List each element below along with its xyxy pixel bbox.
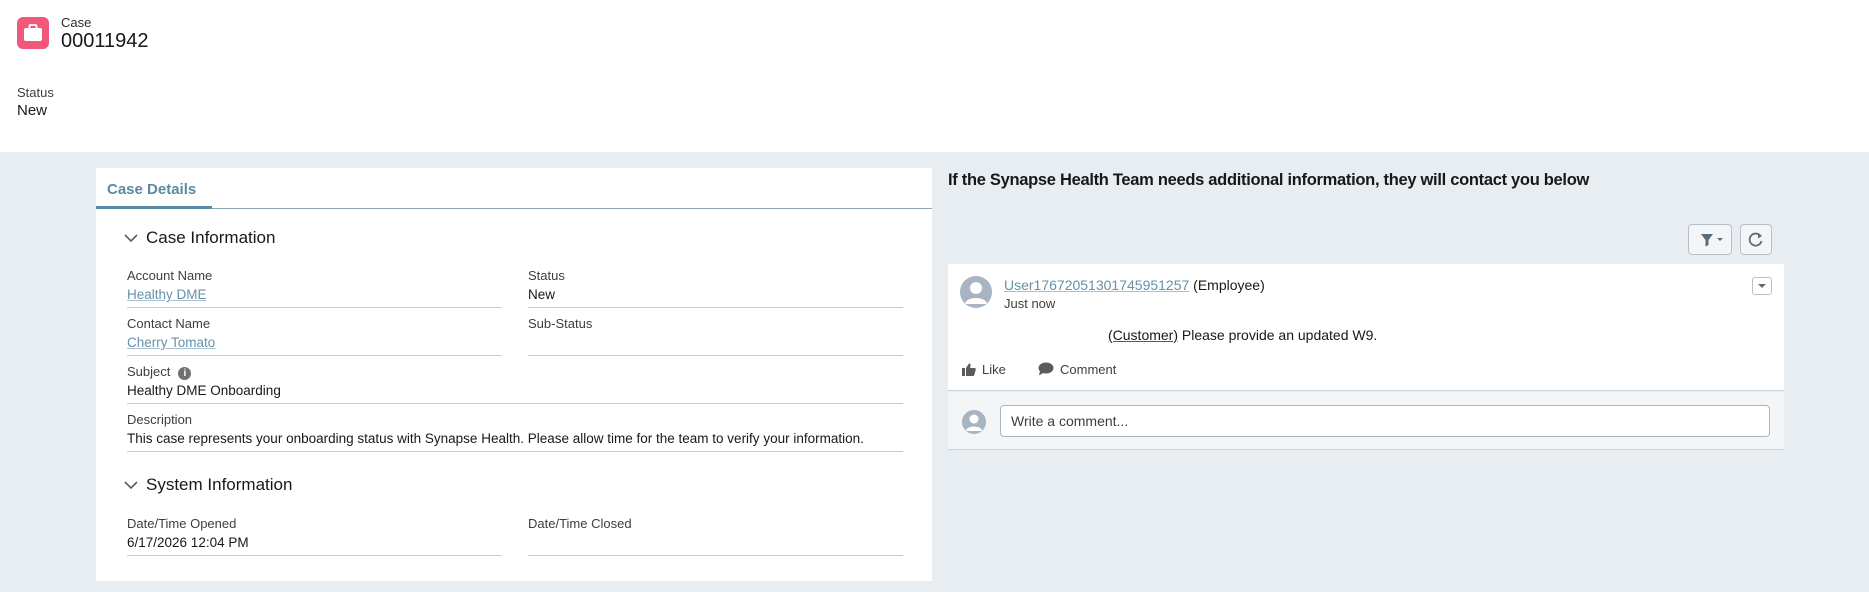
feed-post: User17672051301745951257 (Employee) Just…: [948, 264, 1784, 391]
mention-link[interactable]: (Customer): [1108, 327, 1178, 343]
user-avatar-icon: [965, 414, 983, 431]
filter-button[interactable]: [1688, 224, 1732, 255]
post-timestamp[interactable]: Just now: [1004, 296, 1055, 311]
record-header: Case 00011942 Status New: [0, 0, 1869, 152]
field-label: Sub-Status: [528, 316, 593, 331]
field-label: Date/Time Opened: [127, 516, 237, 531]
field-account-name: Account Name Healthy DME: [127, 266, 502, 308]
field-subject: Subject i Healthy DME Onboarding: [127, 362, 903, 404]
comment-input[interactable]: Write a comment...: [1000, 405, 1770, 437]
field-label: Subject i: [127, 364, 192, 380]
field-value: Healthy DME Onboarding: [127, 383, 281, 398]
tab-bar: Case Details: [96, 168, 932, 209]
field-description: Description This case represents your on…: [127, 410, 903, 452]
chevron-down-icon: [124, 230, 140, 246]
avatar: [962, 410, 986, 434]
object-label: Case: [61, 15, 92, 30]
header-status-value: New: [17, 102, 48, 119]
user-avatar-icon: [965, 282, 987, 304]
post-author: User17672051301745951257 (Employee): [1004, 277, 1265, 293]
field-status: Status New: [528, 266, 903, 308]
chevron-down-icon: [124, 477, 140, 493]
account-name-link[interactable]: Healthy DME: [127, 287, 207, 302]
case-details-card: Case Details Case Information Account Na…: [96, 168, 932, 581]
briefcase-icon: [17, 17, 49, 49]
field-label: Account Name: [127, 268, 213, 283]
author-link[interactable]: User17672051301745951257: [1004, 277, 1189, 293]
info-icon[interactable]: i: [178, 367, 192, 380]
field-value: New: [528, 287, 556, 302]
post-body: (Customer) Please provide an updated W9.: [1108, 327, 1377, 343]
field-label: Date/Time Closed: [528, 516, 632, 531]
refresh-button[interactable]: [1740, 224, 1772, 255]
field-label: Contact Name: [127, 316, 211, 331]
active-tab-indicator: [96, 206, 212, 209]
post-text: Please provide an updated W9.: [1181, 327, 1378, 343]
header-status-label: Status: [17, 85, 54, 100]
field-date-closed: Date/Time Closed: [528, 514, 903, 556]
field-date-opened: Date/Time Opened 6/17/2026 12:04 PM: [127, 514, 502, 556]
comment-icon: [1038, 362, 1054, 379]
field-value: 6/17/2026 12:04 PM: [127, 535, 249, 550]
comment-label: Comment: [1060, 362, 1117, 377]
field-sub-status: Sub-Status: [528, 314, 903, 356]
feed-title: If the Synapse Health Team needs additio…: [948, 171, 1590, 189]
comment-button[interactable]: Comment: [1038, 362, 1116, 379]
section-heading: Case Information: [146, 228, 276, 247]
like-label: Like: [982, 362, 1006, 377]
field-value: This case represents your onboarding sta…: [127, 431, 864, 446]
author-role: (Employee): [1193, 277, 1265, 293]
like-icon: [962, 363, 976, 379]
refresh-icon: [1748, 232, 1763, 247]
chevron-down-icon: [1758, 284, 1766, 288]
subject-label: Subject: [127, 364, 171, 379]
like-button[interactable]: Like: [962, 362, 1006, 379]
section-heading: System Information: [146, 475, 293, 494]
filter-icon: [1701, 234, 1723, 247]
section-system-information[interactable]: System Information: [124, 475, 292, 495]
post-menu-button[interactable]: [1752, 277, 1772, 295]
case-number: 00011942: [61, 30, 149, 52]
contact-name-link[interactable]: Cherry Tomato: [127, 335, 215, 350]
field-label: Status: [528, 268, 565, 283]
comment-composer: Write a comment...: [948, 392, 1784, 450]
tab-case-details[interactable]: Case Details: [107, 181, 196, 198]
avatar: [960, 276, 992, 308]
field-contact-name: Contact Name Cherry Tomato: [127, 314, 502, 356]
field-label: Description: [127, 412, 193, 427]
section-case-information[interactable]: Case Information: [124, 228, 275, 248]
